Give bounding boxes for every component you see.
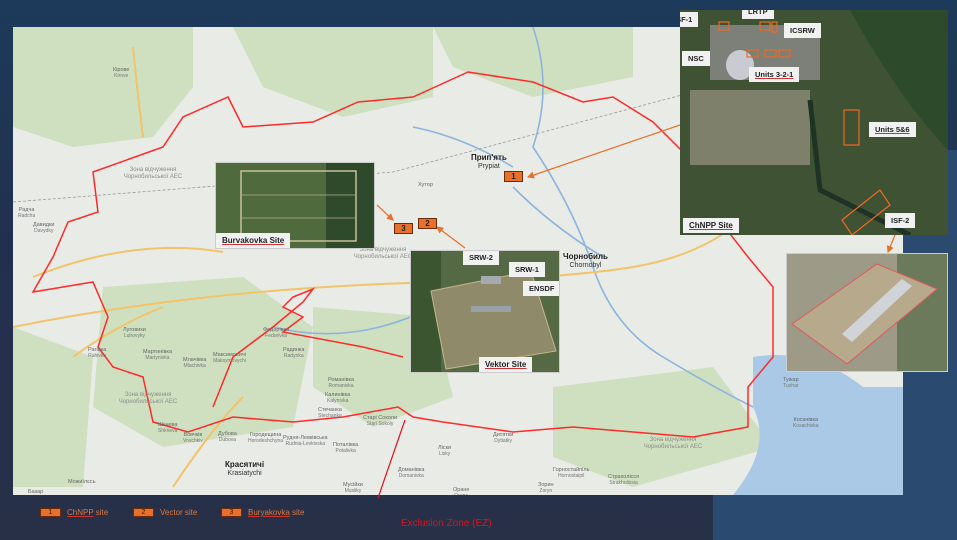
legend-item-2: 2 Vector site bbox=[133, 508, 197, 517]
legend-item-1: 1 ChNPP site bbox=[40, 508, 108, 517]
legend-swatch: 2 bbox=[133, 508, 154, 517]
legend-label-underlined: ChNPP bbox=[67, 508, 94, 517]
marker-3[interactable]: 3 bbox=[394, 223, 413, 234]
marker-1[interactable]: 1 bbox=[504, 171, 523, 182]
exclusion-zone-label: Exclusion Zone (EZ) bbox=[401, 518, 492, 529]
arrow-to-marker-2 bbox=[436, 226, 466, 249]
ez-pointer bbox=[377, 419, 406, 499]
legend-label: ChNPP site bbox=[67, 508, 108, 517]
legend-label-rest: site bbox=[93, 508, 109, 517]
legend-swatch: 1 bbox=[40, 508, 61, 517]
marker-2[interactable]: 2 bbox=[418, 218, 437, 229]
legend-item-3: 3 Buryakovka site bbox=[221, 508, 304, 517]
legend-label-rest: site bbox=[289, 508, 305, 517]
legend-label-underlined: Buryakovka bbox=[248, 508, 290, 517]
arrows-layer bbox=[376, 124, 896, 499]
arrow-to-marker-3 bbox=[376, 204, 394, 221]
legend-label: Buryakovka site bbox=[248, 508, 304, 517]
arrow-to-isf2-inset bbox=[886, 234, 896, 254]
arrow-to-marker-1 bbox=[526, 124, 681, 179]
legend-swatch: 3 bbox=[221, 508, 242, 517]
legend-label: Vector site bbox=[160, 508, 198, 517]
